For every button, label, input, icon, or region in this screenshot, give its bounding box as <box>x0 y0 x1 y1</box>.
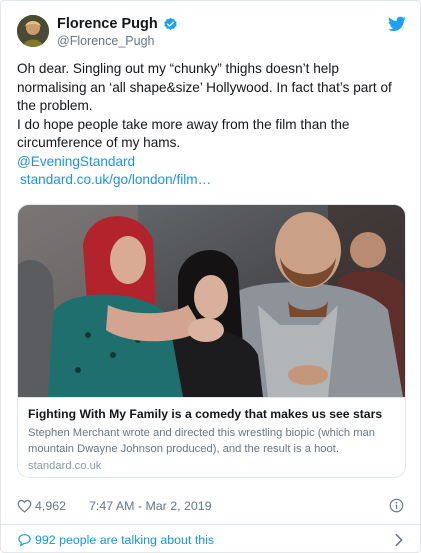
tweet-url-link[interactable]: standard.co.uk/go/london/film… <box>20 172 211 187</box>
mention-link[interactable]: @EveningStandard <box>17 154 135 169</box>
link-preview-card[interactable]: Fighting With My Family is a comedy that… <box>17 204 406 478</box>
twitter-bird-icon[interactable] <box>388 16 406 32</box>
author-handle[interactable]: @Florence_Pugh <box>57 34 178 48</box>
author-name[interactable]: Florence Pugh <box>57 16 158 32</box>
card-description: Stephen Merchant wrote and directed this… <box>28 427 375 455</box>
tweet-header: Florence Pugh @Florence_Pugh <box>17 15 406 51</box>
like-count[interactable]: 4,962 <box>35 499 66 513</box>
tweet-text: Oh dear. Singling out my “chunky” thighs… <box>17 60 412 190</box>
talking-count-text[interactable]: 992 people are talking about this <box>35 533 214 547</box>
divider <box>1 524 421 525</box>
tweet-meta: 4,962 7:47 AM - Mar 2, 2019 <box>17 497 406 517</box>
author-info[interactable]: Florence Pugh @Florence_Pugh <box>57 16 178 48</box>
tweet-embed: Florence Pugh @Florence_Pugh Oh dear. Si… <box>0 0 421 553</box>
chevron-right-icon[interactable] <box>394 533 404 547</box>
verified-icon <box>163 17 177 30</box>
heart-icon[interactable] <box>17 499 32 513</box>
conversation-link[interactable]: 992 people are talking about this <box>17 531 406 549</box>
avatar[interactable] <box>17 15 49 47</box>
card-domain: standard.co.uk <box>28 460 102 472</box>
card-title[interactable]: Fighting With My Family is a comedy that… <box>28 407 395 421</box>
speech-bubble-icon <box>18 534 31 547</box>
card-body[interactable]: Fighting With My Family is a comedy that… <box>18 397 405 477</box>
info-icon[interactable] <box>389 498 404 513</box>
tweet-timestamp[interactable]: 7:47 AM - Mar 2, 2019 <box>89 499 212 513</box>
tweet-text-line1: Oh dear. Singling out my “chunky” thighs… <box>17 61 392 113</box>
tweet-text-line2: I do hope people take more away from the… <box>17 116 350 151</box>
card-image[interactable] <box>18 205 405 397</box>
